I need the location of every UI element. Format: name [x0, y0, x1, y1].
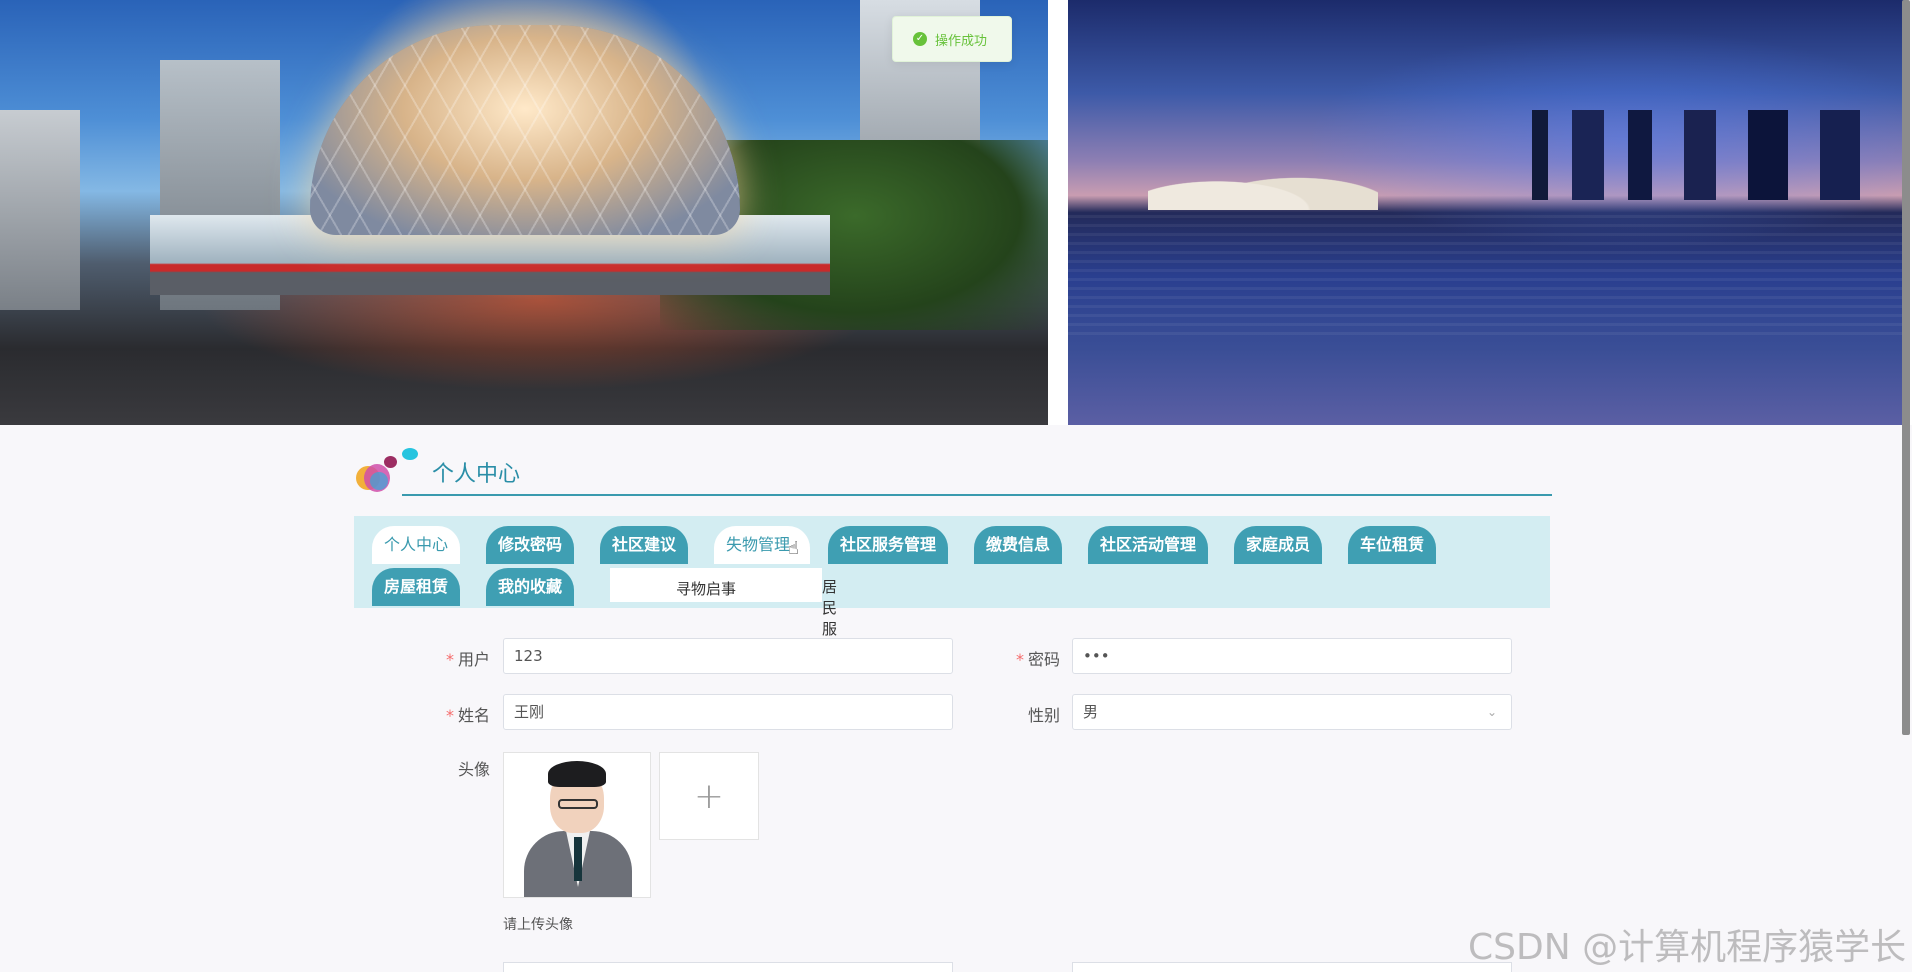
- banner-water-reflection: [1068, 215, 1904, 335]
- tab-bar: 个人中心 修改密码 社区建议 失物管理 社区服务管理 缴费信息 社区活动管理 家…: [354, 516, 1550, 659]
- banner-skyline: [1508, 110, 1904, 200]
- name-label: * 姓名: [445, 706, 490, 725]
- banner-carousel[interactable]: [0, 0, 1912, 425]
- page-scrollbar[interactable]: [1902, 0, 1910, 972]
- gender-select[interactable]: 男 ⌄: [1072, 694, 1512, 730]
- tab-house-rental[interactable]: 房屋租赁: [372, 568, 461, 606]
- tab-community-activities[interactable]: 社区活动管理: [1088, 526, 1209, 564]
- tab-change-password[interactable]: 修改密码: [486, 526, 575, 564]
- section-header: 个人中心: [354, 446, 1552, 496]
- password-input[interactable]: •••: [1072, 638, 1512, 674]
- avatar-label: 头像: [457, 760, 490, 779]
- avatar-upload-hint: 请上传头像: [503, 917, 573, 933]
- page: ✓ 操作成功 个人中心 个人中心 修改密码 社区建议 失物管理 社区服务管理 缴…: [0, 0, 1912, 972]
- lost-items-dropdown: 寻物启事 居民服务: [610, 568, 837, 659]
- name-input[interactable]: 王刚: [503, 694, 953, 730]
- gender-select-value: 男: [1083, 703, 1099, 721]
- plus-icon: +: [693, 775, 725, 817]
- chevron-down-icon: ⌄: [1486, 705, 1497, 719]
- success-toast: ✓ 操作成功: [892, 16, 1012, 62]
- next-field-input[interactable]: [503, 962, 953, 972]
- tab-my-favorites[interactable]: 我的收藏: [486, 568, 575, 606]
- banner-opera-house: [1148, 160, 1378, 210]
- gender-label: 性别: [1027, 706, 1060, 725]
- check-circle-icon: ✓: [913, 32, 927, 46]
- dropdown-item-lost-notice[interactable]: 寻物启事: [676, 578, 736, 599]
- username-label: * 用户: [445, 650, 490, 669]
- banner-dome: [310, 25, 740, 235]
- banner-building: [0, 110, 80, 310]
- scrollbar-thumb[interactable]: [1902, 0, 1910, 735]
- tab-community-suggestions[interactable]: 社区建议: [600, 526, 689, 564]
- toast-message: 操作成功: [935, 33, 988, 49]
- tab-payment-info[interactable]: 缴费信息: [974, 526, 1063, 564]
- form-row-account: * 用户 123 * 密码 •••: [390, 638, 1520, 674]
- tab-personal-center[interactable]: 个人中心: [372, 526, 461, 564]
- avatar-image[interactable]: [503, 752, 651, 898]
- tab-community-services[interactable]: 社区服务管理: [828, 526, 949, 564]
- hand-cursor-icon: ☝: [788, 538, 799, 559]
- banner-slide-city-dome[interactable]: [0, 0, 1048, 425]
- title-underline: [402, 494, 1552, 496]
- form-row-profile: * 姓名 王刚 性别 男 ⌄: [390, 694, 1520, 730]
- banner-slide-harbour[interactable]: [1068, 0, 1904, 425]
- tab-parking-rental[interactable]: 车位租赁: [1348, 526, 1437, 564]
- csdn-watermark: CSDN @计算机程序猿学长: [1468, 927, 1907, 968]
- password-label: * 密码: [1015, 650, 1060, 669]
- bubbles-logo-icon: [354, 446, 424, 496]
- page-title: 个人中心: [432, 462, 521, 487]
- tab-family-members[interactable]: 家庭成员: [1234, 526, 1323, 564]
- avatar-upload-button[interactable]: +: [659, 752, 759, 840]
- username-input[interactable]: 123: [503, 638, 953, 674]
- next-field-input[interactable]: [1072, 962, 1512, 972]
